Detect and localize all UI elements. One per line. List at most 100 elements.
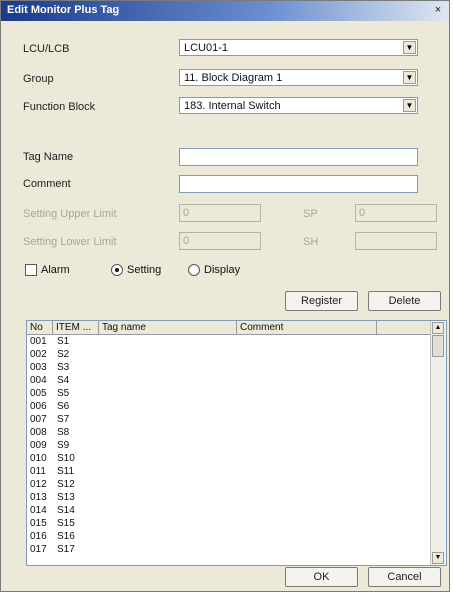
row-number: 014 (30, 505, 47, 516)
row-number: 013 (30, 492, 47, 503)
row-number: 003 (30, 362, 47, 373)
chevron-down-icon[interactable]: ▼ (403, 71, 416, 84)
table-row[interactable]: 014 S14 (27, 506, 432, 516)
list-header: No ITEM ... Tag name Comment (27, 321, 432, 335)
row-item: S5 (57, 388, 70, 399)
scroll-up-icon[interactable]: ▲ (432, 322, 444, 334)
row-item: S16 (57, 531, 75, 542)
chevron-down-icon[interactable]: ▼ (403, 99, 416, 112)
alarm-checkbox[interactable]: Alarm (25, 264, 70, 278)
table-row[interactable]: 010 S10 (27, 454, 432, 464)
comment-field[interactable] (179, 175, 418, 193)
sh-label: SH (303, 236, 319, 248)
delete-button[interactable]: Delete (368, 291, 441, 311)
alarm-label: Alarm (41, 264, 70, 276)
row-item: S6 (57, 401, 70, 412)
table-row[interactable]: 002 S2 (27, 350, 432, 360)
lcu-label: LCU/LCB (23, 43, 70, 55)
ok-button[interactable]: OK (285, 567, 358, 587)
table-row[interactable]: 001 S1 (27, 337, 432, 347)
setting-label: Setting (127, 264, 162, 276)
table-row[interactable]: 017 S17 (27, 545, 432, 555)
radio-selected-icon[interactable] (111, 264, 123, 277)
tag-list[interactable]: No ITEM ... Tag name Comment 001 S1 002 S2 0… (26, 320, 447, 566)
row-item: S14 (57, 505, 75, 516)
function-block-select-value: 183. Internal Switch (184, 100, 281, 112)
register-button[interactable]: Register (285, 291, 358, 311)
cancel-button[interactable]: Cancel (368, 567, 441, 587)
comment-label: Comment (23, 178, 71, 190)
column-header-blank (377, 321, 432, 335)
scroll-thumb[interactable] (432, 335, 444, 357)
row-number: 009 (30, 440, 47, 451)
list-scrollbar[interactable]: ▲ ▼ (430, 321, 446, 565)
row-item: S8 (57, 427, 70, 438)
checkbox-box[interactable] (25, 264, 37, 277)
row-item: S1 (57, 336, 70, 347)
function-block-label: Function Block (23, 101, 96, 113)
setting-lower-limit-label: Setting Lower Limit (23, 236, 117, 248)
scroll-down-icon[interactable]: ▼ (432, 552, 444, 564)
row-item: S10 (57, 453, 75, 464)
row-item: S17 (57, 544, 75, 555)
column-header-comment[interactable]: Comment (237, 321, 377, 335)
row-item: S3 (57, 362, 70, 373)
table-row[interactable]: 016 S16 (27, 532, 432, 542)
display-radio[interactable]: Display (188, 264, 240, 278)
setting-lower-limit-value: 0 (183, 235, 190, 247)
setting-radio[interactable]: Setting (111, 264, 161, 278)
group-label: Group (23, 73, 54, 85)
table-row[interactable]: 012 S12 (27, 480, 432, 490)
table-row[interactable]: 009 S9 (27, 441, 432, 451)
column-header-tag-name[interactable]: Tag name (99, 321, 237, 335)
table-row[interactable]: 004 S4 (27, 376, 432, 386)
tag-name-label: Tag Name (23, 151, 74, 163)
row-number: 015 (30, 518, 47, 529)
column-header-item[interactable]: ITEM ... (53, 321, 99, 335)
lcu-select[interactable]: LCU01-1 ▼ (179, 39, 418, 56)
row-number: 017 (30, 544, 47, 555)
row-number: 012 (30, 479, 47, 490)
setting-upper-limit-value: 0 (183, 207, 190, 219)
row-number: 010 (30, 453, 47, 464)
edit-monitor-plus-tag-dialog: Edit Monitor Plus Tag × LCU/LCB LCU01-1 … (0, 0, 450, 592)
chevron-down-icon[interactable]: ▼ (403, 41, 416, 54)
row-number: 005 (30, 388, 47, 399)
tag-name-field[interactable] (179, 148, 418, 166)
radio-icon[interactable] (188, 264, 200, 277)
lcu-select-value: LCU01-1 (184, 42, 229, 54)
row-item: S4 (57, 375, 70, 386)
function-block-select[interactable]: 183. Internal Switch ▼ (179, 97, 418, 114)
row-number: 002 (30, 349, 47, 360)
setting-upper-limit-field: 0 (179, 204, 261, 222)
row-item: S2 (57, 349, 70, 360)
row-number: 004 (30, 375, 47, 386)
table-row[interactable]: 007 S7 (27, 415, 432, 425)
table-row[interactable]: 005 S5 (27, 389, 432, 399)
title-bar[interactable]: Edit Monitor Plus Tag × (1, 1, 449, 21)
row-item: S15 (57, 518, 75, 529)
column-header-no[interactable]: No (27, 321, 53, 335)
row-number: 001 (30, 336, 47, 347)
row-number: 006 (30, 401, 47, 412)
table-row[interactable]: 008 S8 (27, 428, 432, 438)
row-item: S13 (57, 492, 75, 503)
sp-field: 0 (355, 204, 437, 222)
sh-field (355, 232, 437, 250)
row-number: 011 (30, 466, 46, 477)
setting-upper-limit-label: Setting Upper Limit (23, 208, 117, 220)
sp-label: SP (303, 208, 318, 220)
row-number: 007 (30, 414, 47, 425)
row-number: 008 (30, 427, 47, 438)
table-row[interactable]: 011 S11 (27, 467, 432, 477)
row-item: S12 (57, 479, 75, 490)
sp-value: 0 (359, 207, 366, 219)
table-row[interactable]: 013 S13 (27, 493, 432, 503)
group-select[interactable]: 11. Block Diagram 1 ▼ (179, 69, 418, 86)
table-row[interactable]: 006 S6 (27, 402, 432, 412)
table-row[interactable]: 003 S3 (27, 363, 432, 373)
window-title: Edit Monitor Plus Tag (7, 4, 120, 16)
close-icon[interactable]: × (431, 3, 445, 17)
table-row[interactable]: 015 S15 (27, 519, 432, 529)
row-item: S9 (57, 440, 70, 451)
